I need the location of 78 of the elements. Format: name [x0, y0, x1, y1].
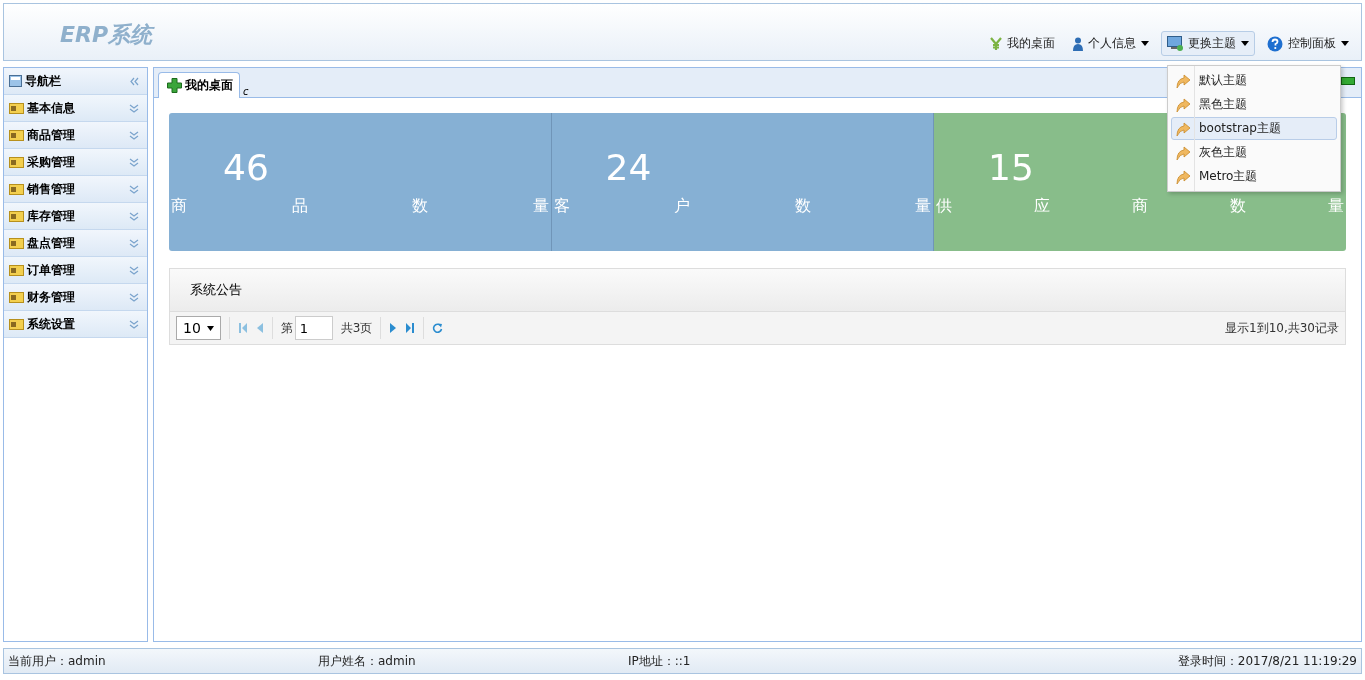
sidebar-item[interactable]: 订单管理 [4, 257, 147, 284]
stat-label: 供应商数量 [935, 196, 1345, 217]
page-size-select[interactable]: 10 [176, 316, 221, 340]
expand-chevron-icon [129, 238, 139, 248]
status-text: 登录时间：2017/8/21 11:19:29 [1177, 652, 1357, 670]
collapse-chevron-icon[interactable] [129, 76, 139, 86]
card-icon [9, 210, 24, 222]
expand-chevron-icon [129, 157, 139, 167]
card-icon [9, 129, 24, 141]
panel-title: 系统公告 [170, 269, 1345, 312]
sidebar-item[interactable]: 采购管理 [4, 149, 147, 176]
header-link[interactable]: 更换主题 [1161, 31, 1255, 56]
card-icon [9, 291, 24, 303]
monitor-icon [1167, 36, 1183, 51]
curved-arrow-icon [1175, 120, 1191, 137]
sidebar-item[interactable]: 销售管理 [4, 176, 147, 203]
curved-arrow-icon [1175, 72, 1191, 89]
sidebar-item[interactable]: 财务管理 [4, 284, 147, 311]
status-text: 当前用户：admin [8, 652, 107, 670]
card-icon [9, 156, 24, 168]
tab[interactable]: 我的桌面 [158, 72, 240, 98]
sidebar-item[interactable]: 基本信息 [4, 95, 147, 122]
caret-icon [1241, 41, 1249, 46]
theme-menu-item[interactable]: 灰色主题 [1171, 141, 1337, 164]
refresh-icon[interactable] [432, 322, 444, 334]
plus-icon [167, 78, 182, 93]
expand-chevron-icon [129, 184, 139, 194]
caret-icon [1341, 41, 1349, 46]
status-text: IP地址：::1 [628, 652, 691, 670]
card-icon [9, 183, 24, 195]
stat-value: 24 [604, 146, 652, 188]
user-icon [1073, 36, 1083, 51]
first-page-icon[interactable] [237, 323, 248, 333]
page-count: 共3页 [340, 319, 373, 337]
theme-menu-item[interactable]: 黑色主题 [1171, 93, 1337, 116]
pagination-summary: 显示1到10,共30记录 [1225, 319, 1339, 337]
sidebar-item[interactable]: 商品管理 [4, 122, 147, 149]
header-link[interactable]: 个人信息 [1067, 31, 1155, 56]
stat-label: 客户数量 [552, 196, 932, 217]
sidebar-item[interactable]: 盘点管理 [4, 230, 147, 257]
next-page-icon[interactable] [389, 323, 398, 333]
curved-arrow-icon [1175, 144, 1191, 161]
expand-chevron-icon [129, 130, 139, 140]
stat-value: 15 [987, 146, 1034, 188]
sidebar-title: 导航栏 [25, 72, 62, 90]
page-label: 第 [280, 319, 293, 337]
header-link[interactable]: 我的桌面 [984, 31, 1061, 56]
sidebar-item[interactable]: 库存管理 [4, 203, 147, 230]
refresh-mark[interactable]: c [243, 86, 249, 97]
expand-chevron-icon [129, 292, 139, 302]
theme-menu-item[interactable]: Metro主题 [1171, 165, 1337, 188]
curved-arrow-icon [1175, 96, 1191, 113]
app-logo: ERP系统 [59, 21, 153, 49]
stat-value: 46 [222, 146, 269, 188]
curved-arrow-icon [1175, 168, 1191, 185]
expand-chevron-icon [129, 319, 139, 329]
yen-icon [990, 36, 1002, 51]
card-icon [9, 237, 24, 249]
help-icon [1267, 35, 1283, 52]
card-icon [9, 318, 24, 330]
stat-label: 商品数量 [170, 196, 550, 217]
expand-chevron-icon [129, 103, 139, 113]
caret-icon [206, 325, 214, 331]
theme-menu-item[interactable]: bootstrap主题 [1171, 117, 1337, 140]
panel-icon [9, 75, 22, 87]
header-link[interactable]: 控制面板 [1261, 31, 1355, 56]
theme-menu-item[interactable]: 默认主题 [1171, 69, 1337, 92]
card-icon [9, 102, 24, 114]
previous-page-icon[interactable] [255, 323, 264, 333]
last-page-icon[interactable] [405, 323, 416, 333]
card-icon [9, 264, 24, 276]
page-number-field[interactable]: 1 [294, 316, 333, 340]
expand-chevron-icon [129, 211, 139, 221]
expand-chevron-icon [129, 265, 139, 275]
caret-icon [1141, 41, 1149, 46]
sidebar-item[interactable]: 系统设置 [4, 311, 147, 338]
status-text: 用户姓名：admin [318, 652, 417, 670]
battery-icon [1341, 77, 1355, 85]
